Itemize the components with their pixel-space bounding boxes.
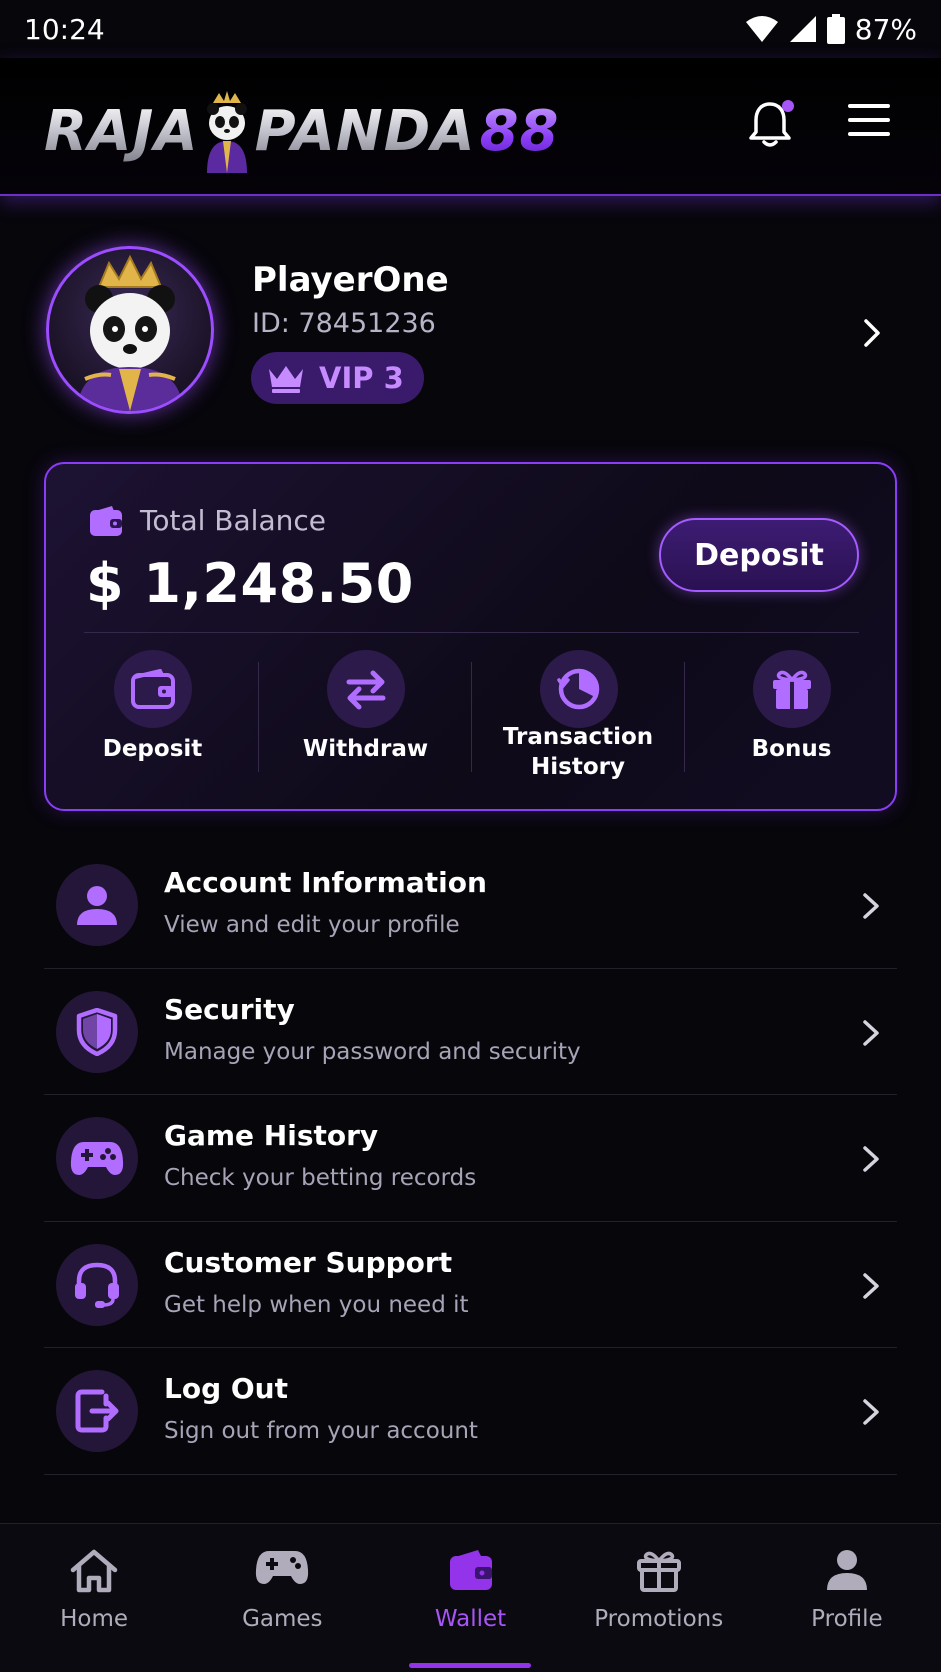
nav-label: Wallet <box>434 1606 507 1632</box>
menu-icon-bg <box>56 1370 138 1452</box>
menu-item-title: Security <box>164 992 295 1026</box>
card-divider <box>84 632 859 633</box>
menu-item-title: Account Information <box>164 866 487 899</box>
wallet-icon <box>449 1550 492 1590</box>
quick-action-icon-bg <box>753 650 831 728</box>
vip-label: VIP 3 <box>319 361 404 395</box>
menu-icon-bg <box>56 1117 138 1199</box>
crown-icon <box>269 366 303 393</box>
status-icons: 87% <box>745 13 917 46</box>
history-clock-icon <box>557 668 600 710</box>
signal-icon <box>789 16 816 42</box>
vip-badge: VIP 3 <box>251 352 424 404</box>
logout-icon <box>75 1389 119 1433</box>
panda-avatar-icon <box>77 254 183 411</box>
total-balance-text: Total Balance <box>140 504 326 537</box>
nav-item-wallet[interactable]: Wallet <box>376 1524 564 1672</box>
profile-summary[interactable]: PlayerOne ID: 78451236 VIP 3 <box>0 230 941 420</box>
wallet-icon <box>131 669 175 709</box>
chevron-right-icon <box>863 1019 879 1046</box>
wifi-icon <box>745 16 778 42</box>
hamburger-icon <box>848 104 890 136</box>
username: PlayerOne <box>252 260 449 300</box>
menu-icon-bg <box>56 990 138 1073</box>
menu-icon-bg <box>56 864 138 946</box>
menu-item-log-out[interactable]: Log Out Sign out from your account <box>44 1348 897 1475</box>
account-menu-list: Account Information View and edit your p… <box>44 842 897 1475</box>
gamepad-icon <box>70 1142 124 1175</box>
menu-icon-bg <box>56 1243 138 1326</box>
logo-text-raja: RAJA <box>44 98 199 164</box>
quick-action-label: Withdraw <box>302 736 429 762</box>
active-tab-indicator <box>409 1663 531 1668</box>
player-id: ID: 78451236 <box>252 308 436 339</box>
notification-dot <box>782 100 794 112</box>
notifications-button[interactable] <box>748 98 796 158</box>
quick-action-transaction-history[interactable]: Transaction History <box>472 644 685 794</box>
nav-label: Games <box>242 1606 323 1632</box>
gift-icon <box>773 670 811 709</box>
logo-text-88: 88 <box>479 98 560 164</box>
menu-item-game-history[interactable]: Game History Check your betting records <box>44 1095 897 1222</box>
bottom-navigation: Home Games Wallet Promotions Profile <box>0 1523 941 1672</box>
nav-label: Home <box>60 1606 129 1632</box>
status-time: 10:24 <box>24 12 105 46</box>
app-header: RAJA PANDA 88 <box>0 58 941 196</box>
chevron-right-icon <box>863 1146 879 1172</box>
menu-item-subtitle: Sign out from your account <box>164 1418 478 1444</box>
quick-action-withdraw[interactable]: Withdraw <box>259 644 472 794</box>
home-icon <box>70 1549 118 1593</box>
nav-item-home[interactable]: Home <box>0 1524 188 1672</box>
gift-icon <box>636 1551 681 1592</box>
logo-text-panda: PANDA <box>254 98 476 164</box>
nav-item-profile[interactable]: Profile <box>753 1524 941 1672</box>
quick-action-deposit[interactable]: Deposit <box>46 644 259 794</box>
nav-label: Profile <box>811 1606 883 1632</box>
chevron-right-icon <box>863 893 879 919</box>
menu-item-subtitle: View and edit your profile <box>164 912 460 938</box>
menu-item-customer-support[interactable]: Customer Support Get help when you need … <box>44 1222 897 1348</box>
quick-action-label: Bonus <box>751 736 832 762</box>
deposit-button[interactable]: Deposit <box>659 518 859 592</box>
headset-icon <box>75 1262 119 1308</box>
nav-item-games[interactable]: Games <box>188 1524 376 1672</box>
total-balance-label: Total Balance <box>88 504 326 537</box>
battery-percent: 87% <box>854 12 917 46</box>
menu-item-subtitle: Get help when you need it <box>164 1291 469 1318</box>
menu-item-subtitle: Check your betting records <box>164 1165 477 1191</box>
quick-action-label: Transaction History <box>502 724 654 780</box>
nav-item-promotions[interactable]: Promotions <box>565 1524 753 1672</box>
quick-actions: Deposit Withdraw Transaction History Bon… <box>46 644 899 794</box>
gamepad-icon <box>256 1551 309 1584</box>
balance-card: Total Balance $ 1,248.50 Deposit Deposit <box>44 462 897 811</box>
battery-icon <box>826 14 845 44</box>
menu-item-title: Customer Support <box>164 1245 453 1279</box>
chevron-right-icon <box>863 1272 879 1299</box>
balance-amount: $ 1,248.50 <box>86 552 414 615</box>
user-icon <box>77 886 117 925</box>
menu-item-subtitle: Manage your password and security <box>164 1038 581 1065</box>
nav-label: Promotions <box>594 1606 724 1632</box>
menu-item-security[interactable]: Security Manage your password and securi… <box>44 969 897 1095</box>
menu-item-title: Game History <box>164 1119 379 1152</box>
quick-action-icon-bg <box>114 650 192 728</box>
quick-action-label: Deposit <box>102 736 203 762</box>
panda-mascot-icon <box>206 91 247 173</box>
brand-logo[interactable]: RAJA PANDA 88 <box>44 86 564 176</box>
swap-arrows-icon <box>346 670 386 710</box>
wallet-icon <box>90 505 122 536</box>
avatar[interactable] <box>46 246 214 414</box>
quick-action-bonus[interactable]: Bonus <box>685 644 898 794</box>
quick-action-icon-bg <box>540 650 618 728</box>
menu-item-title: Log Out <box>164 1372 288 1405</box>
menu-item-account-information[interactable]: Account Information View and edit your p… <box>44 842 897 969</box>
user-icon <box>826 1550 867 1590</box>
chevron-right-icon <box>863 1399 879 1425</box>
shield-icon <box>76 1007 118 1056</box>
hamburger-menu-button[interactable] <box>848 103 894 143</box>
chevron-right-icon[interactable] <box>862 318 882 348</box>
status-bar: 10:24 87% <box>0 0 941 58</box>
quick-action-icon-bg <box>327 650 405 728</box>
